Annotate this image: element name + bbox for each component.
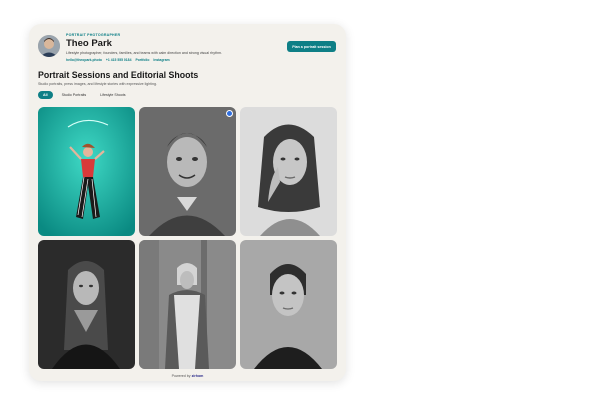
tab-lifestyle-shoots[interactable]: Lifestyle Shoots: [95, 91, 130, 99]
portfolio-card: PORTRAIT PHOTOGRAPHER Theo Park Lifestyl…: [29, 24, 346, 381]
photo-woman-hand-portrait[interactable]: [240, 107, 337, 236]
plan-session-button[interactable]: Plan a portrait session: [287, 41, 336, 52]
footer-prefix: Powered by: [171, 374, 191, 378]
profile-name: Theo Park: [66, 38, 112, 49]
profile-role: PORTRAIT PHOTOGRAPHER: [66, 33, 121, 37]
page-title: Portrait Sessions and Editorial Shoots: [38, 70, 199, 80]
instagram-link[interactable]: Instagram: [153, 58, 169, 62]
filter-tabs: All Studio Portraits Lifestyle Shoots: [38, 91, 131, 99]
avatar: [38, 35, 60, 57]
profile-bio: Lifestyle photographer, founders, famili…: [66, 51, 223, 55]
tab-all[interactable]: All: [38, 91, 53, 99]
tab-studio-portraits[interactable]: Studio Portraits: [57, 91, 92, 99]
photo-woman-short-hair[interactable]: [240, 240, 337, 369]
profile-links: hello@theopark.photo +1 415 555 0184 Por…: [66, 58, 170, 62]
phone-link[interactable]: +1 415 555 0184: [106, 58, 132, 62]
page-subtitle: Studio portraits, press images, and life…: [38, 82, 158, 86]
portfolio-link[interactable]: Portfolio: [135, 58, 149, 62]
selected-badge-icon: [226, 110, 233, 117]
photo-woman-dark-portrait[interactable]: [38, 240, 135, 369]
footer-brand[interactable]: zirhom: [192, 374, 204, 378]
photo-man-portrait[interactable]: [139, 107, 236, 236]
powered-by-footer: Powered by zirhom: [29, 374, 346, 378]
photo-hoodie-street[interactable]: [139, 240, 236, 369]
email-link[interactable]: hello@theopark.photo: [66, 58, 102, 62]
photo-neon-pose[interactable]: [38, 107, 135, 236]
